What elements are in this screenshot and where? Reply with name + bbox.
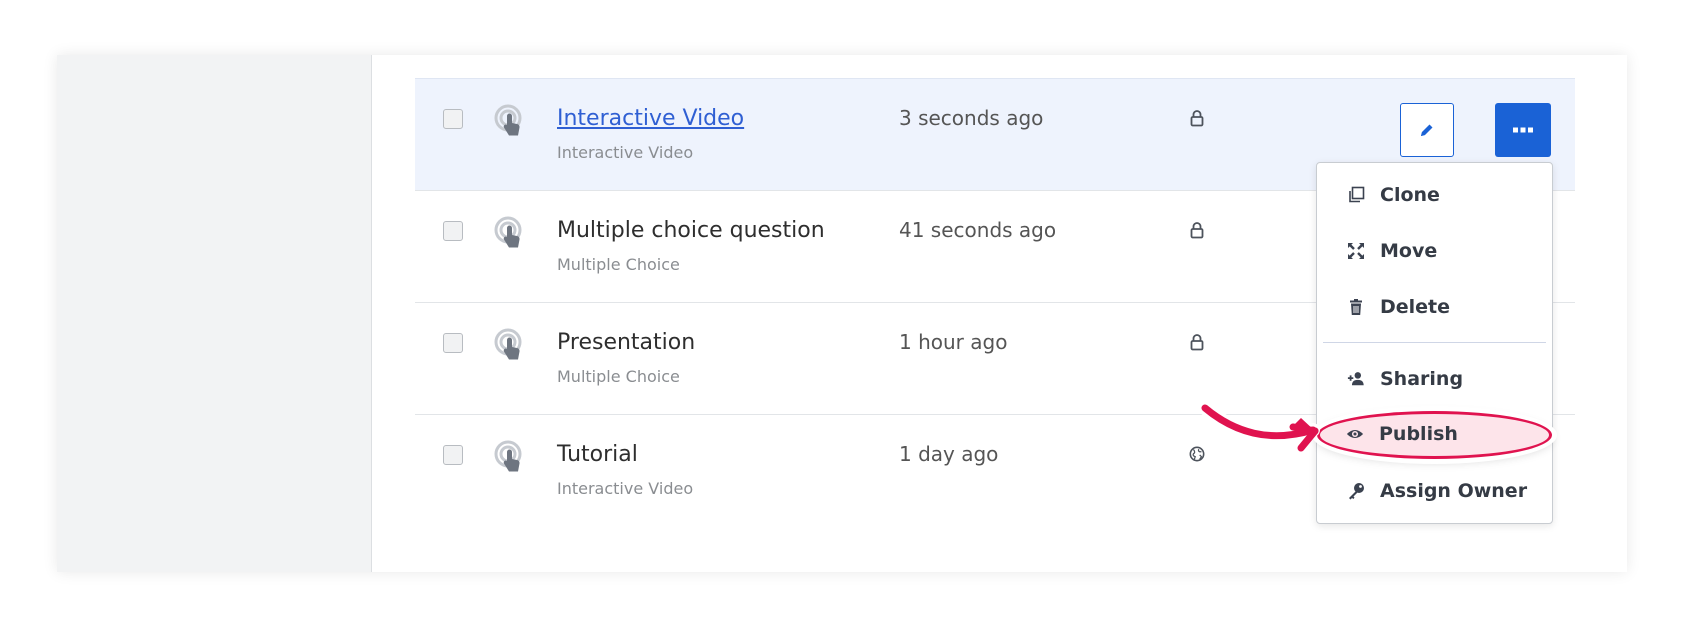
row-checkbox[interactable]: [443, 109, 463, 129]
more-actions-button[interactable]: [1495, 103, 1551, 157]
menu-item-clone[interactable]: Clone: [1317, 176, 1552, 216]
row-title-link[interactable]: Interactive Video: [557, 106, 744, 131]
menu-item-label: Clone: [1380, 184, 1440, 206]
row-checkbox[interactable]: [443, 445, 463, 465]
actions-dropdown-menu: Clone Move Delete Sharing Publish: [1316, 162, 1553, 524]
row-title[interactable]: Multiple choice question: [557, 218, 825, 243]
pencil-icon: [1421, 124, 1433, 136]
ellipsis-icon: [1513, 127, 1533, 133]
pointer-touch-icon: [494, 328, 522, 360]
row-type: Multiple Choice: [557, 255, 680, 274]
row-updated-time: 1 day ago: [899, 442, 999, 466]
key-icon: [1349, 483, 1364, 500]
lock-icon: [1190, 334, 1204, 351]
menu-divider: [1323, 342, 1546, 343]
menu-item-delete[interactable]: Delete: [1317, 288, 1552, 328]
menu-item-assign-owner[interactable]: Assign Owner: [1317, 472, 1552, 512]
sidebar: [57, 55, 372, 572]
pointer-touch-icon: [494, 104, 522, 136]
menu-item-label: Delete: [1380, 296, 1451, 318]
edit-button[interactable]: [1400, 103, 1454, 157]
menu-item-label: Assign Owner: [1380, 480, 1528, 502]
move-icon: [1348, 243, 1364, 259]
lock-icon: [1190, 110, 1204, 127]
menu-item-sharing[interactable]: Sharing: [1317, 360, 1552, 400]
row-title[interactable]: Tutorial: [557, 442, 638, 467]
trash-icon: [1350, 299, 1362, 315]
pointer-touch-icon: [494, 216, 522, 248]
annotation-arrow-icon: [1198, 401, 1320, 452]
publish-highlight-oval: [1317, 411, 1552, 459]
menu-item-label: Sharing: [1380, 368, 1464, 390]
menu-item-move[interactable]: Move: [1317, 232, 1552, 272]
lock-icon: [1190, 222, 1204, 239]
add-user-icon: [1347, 372, 1364, 386]
clone-icon: [1349, 186, 1365, 203]
row-type: Multiple Choice: [557, 367, 680, 386]
row-checkbox[interactable]: [443, 221, 463, 241]
row-checkbox[interactable]: [443, 333, 463, 353]
row-updated-time: 41 seconds ago: [899, 218, 1057, 242]
menu-item-label: Move: [1380, 240, 1438, 262]
pointer-touch-icon: [494, 440, 522, 472]
row-type: Interactive Video: [557, 143, 694, 162]
row-updated-time: 1 hour ago: [899, 330, 1008, 354]
row-title[interactable]: Presentation: [557, 330, 695, 355]
row-type: Interactive Video: [557, 479, 694, 498]
row-updated-time: 3 seconds ago: [899, 106, 1044, 130]
